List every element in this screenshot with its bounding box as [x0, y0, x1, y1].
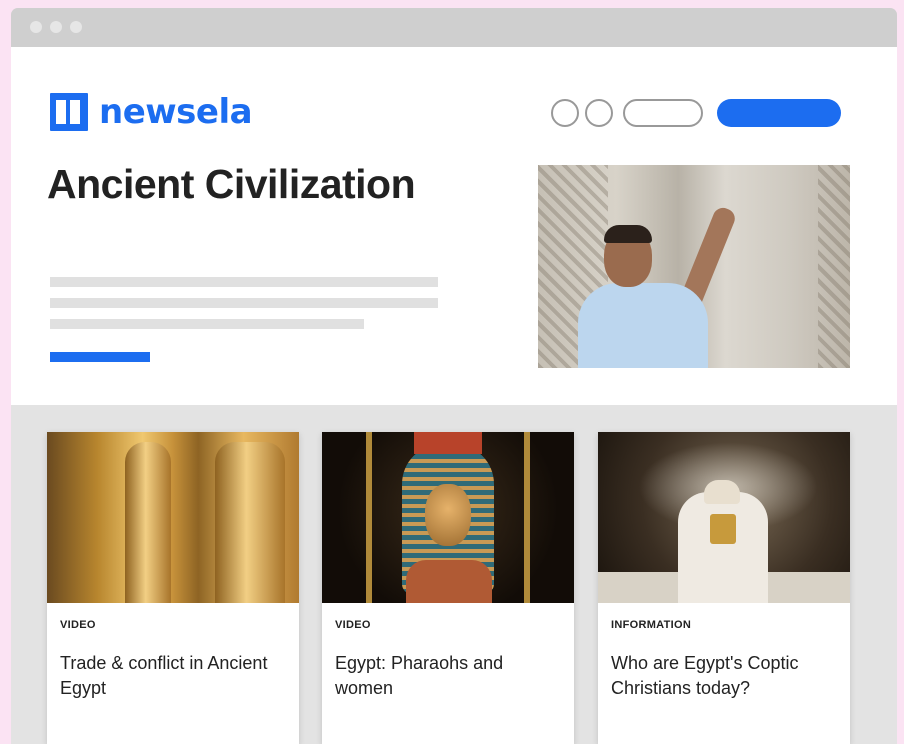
placeholder-text-line [50, 277, 438, 287]
content-card[interactable]: INFORMATION Who are Egypt's Coptic Chris… [598, 432, 850, 744]
content-card[interactable]: VIDEO Trade & conflict in Ancient Egypt [47, 432, 299, 744]
placeholder-text-line [50, 319, 364, 329]
statue-face [425, 484, 471, 546]
card-title[interactable]: Who are Egypt's Coptic Christians today? [611, 651, 839, 701]
card-title[interactable]: Trade & conflict in Ancient Egypt [60, 651, 288, 701]
priest-figure [678, 492, 768, 603]
logo-text: newsela [99, 92, 253, 132]
content-card[interactable]: VIDEO Egypt: Pharaohs and women [322, 432, 574, 744]
hero-image [538, 165, 850, 368]
card-type-label: VIDEO [60, 619, 96, 631]
primary-pill-button[interactable] [717, 99, 841, 127]
gold-frame [366, 432, 372, 603]
temple-column [215, 442, 285, 603]
shirt [578, 283, 708, 368]
placeholder-link-bar[interactable] [50, 352, 150, 362]
circle-button-2[interactable] [585, 99, 613, 127]
statue-crown [414, 432, 482, 454]
card-type-label: INFORMATION [611, 619, 692, 631]
temple-column [125, 442, 171, 603]
page-title: Ancient Civilization [47, 161, 416, 207]
card-image [598, 432, 850, 603]
cross-icon [710, 514, 736, 544]
priest-mitre [704, 480, 740, 504]
window-titlebar [11, 8, 897, 47]
circle-button-1[interactable] [551, 99, 579, 127]
card-image [47, 432, 299, 603]
statue-body [406, 560, 492, 603]
newsela-logo-icon [50, 93, 88, 131]
placeholder-text-line [50, 298, 438, 308]
outline-pill-button[interactable] [623, 99, 703, 127]
page-header-section: newsela Ancient Civilization [11, 47, 897, 405]
newsela-logo[interactable]: newsela [50, 92, 253, 132]
card-title[interactable]: Egypt: Pharaohs and women [335, 651, 563, 701]
hair [604, 225, 652, 243]
carved-stone [818, 165, 850, 368]
window-minimize-dot[interactable] [50, 21, 62, 33]
card-type-label: VIDEO [335, 619, 371, 631]
gold-frame [524, 432, 530, 603]
card-image [322, 432, 574, 603]
window-close-dot[interactable] [30, 21, 42, 33]
window-maximize-dot[interactable] [70, 21, 82, 33]
